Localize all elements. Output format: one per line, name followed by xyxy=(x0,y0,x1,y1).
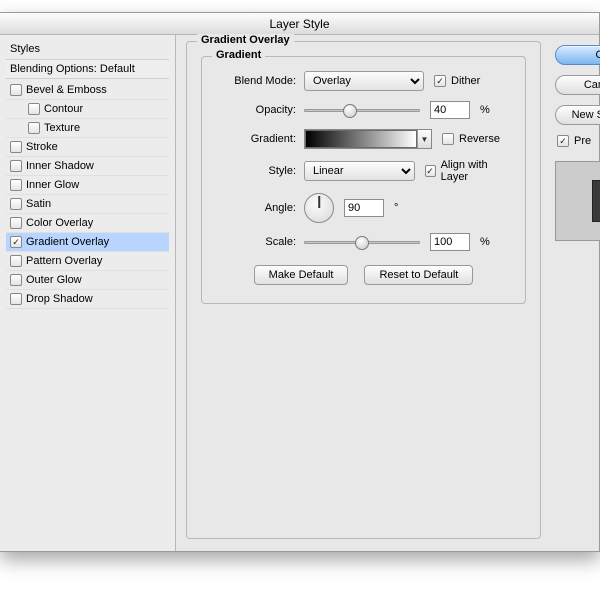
angle-label: Angle: xyxy=(216,202,296,214)
group-title: Gradient Overlay xyxy=(197,34,294,46)
checkbox-icon xyxy=(442,133,454,145)
sidebar-item-satin[interactable]: Satin xyxy=(6,195,169,214)
style-select[interactable]: Linear xyxy=(304,161,415,181)
checkbox-icon[interactable] xyxy=(28,103,40,115)
styles-heading[interactable]: Styles xyxy=(6,41,169,59)
sidebar-item-label: Pattern Overlay xyxy=(26,255,102,267)
scale-label: Scale: xyxy=(216,236,296,248)
gradient-subgroup: Gradient Blend Mode: Overlay Dither xyxy=(201,56,526,304)
sidebar-item-label: Color Overlay xyxy=(26,217,93,229)
opacity-label: Opacity: xyxy=(216,104,296,116)
sidebar-item-label: Satin xyxy=(26,198,51,210)
reverse-label: Reverse xyxy=(459,133,500,145)
sidebar-item-gradient-overlay[interactable]: Gradient Overlay xyxy=(6,233,169,252)
checkbox-icon[interactable] xyxy=(10,274,22,286)
sidebar-item-label: Stroke xyxy=(26,141,58,153)
style-label: Style: xyxy=(216,165,296,177)
checkbox-icon xyxy=(557,135,569,147)
sidebar-item-label: Inner Glow xyxy=(26,179,79,191)
gradient-swatch xyxy=(305,130,417,148)
checkbox-icon[interactable] xyxy=(10,141,22,153)
sidebar-item-inner-glow[interactable]: Inner Glow xyxy=(6,176,169,195)
blend-mode-label: Blend Mode: xyxy=(216,75,296,87)
sidebar-item-label: Outer Glow xyxy=(26,274,82,286)
effect-settings-panel: Gradient Overlay Gradient Blend Mode: Ov… xyxy=(176,35,551,551)
dither-label: Dither xyxy=(451,75,480,87)
angle-dial[interactable] xyxy=(304,193,334,223)
dither-checkbox[interactable]: Dither xyxy=(434,75,480,87)
blending-options-row[interactable]: Blending Options: Default xyxy=(6,59,169,79)
reverse-checkbox[interactable]: Reverse xyxy=(442,133,500,145)
checkbox-icon xyxy=(434,75,446,87)
reset-to-default-button[interactable]: Reset to Default xyxy=(364,265,473,285)
checkbox-icon[interactable] xyxy=(10,179,22,191)
checkbox-icon[interactable] xyxy=(10,217,22,229)
preview-swatch xyxy=(555,161,600,241)
checkbox-icon[interactable] xyxy=(10,293,22,305)
sidebar-item-contour[interactable]: Contour xyxy=(6,100,169,119)
checkbox-icon[interactable] xyxy=(10,84,22,96)
opacity-slider[interactable] xyxy=(304,102,420,118)
dialog-right-rail: O Can New S Pre xyxy=(551,35,599,551)
checkbox-icon[interactable] xyxy=(10,160,22,172)
sidebar-item-label: Drop Shadow xyxy=(26,293,93,305)
opacity-unit: % xyxy=(480,104,490,116)
chevron-down-icon[interactable]: ▼ xyxy=(417,130,431,148)
sidebar-item-label: Inner Shadow xyxy=(26,160,94,172)
angle-unit: ° xyxy=(394,202,398,214)
sidebar-item-drop-shadow[interactable]: Drop Shadow xyxy=(6,290,169,309)
sidebar-item-texture[interactable]: Texture xyxy=(6,119,169,138)
scale-slider[interactable] xyxy=(304,234,420,250)
checkbox-icon[interactable] xyxy=(10,255,22,267)
subgroup-title: Gradient xyxy=(212,49,265,61)
new-style-button[interactable]: New S xyxy=(555,105,600,125)
gradient-picker[interactable]: ▼ xyxy=(304,129,432,149)
angle-input[interactable] xyxy=(344,199,384,217)
gradient-label: Gradient: xyxy=(216,133,296,145)
sidebar-item-pattern-overlay[interactable]: Pattern Overlay xyxy=(6,252,169,271)
sidebar-item-label: Gradient Overlay xyxy=(26,236,109,248)
sidebar-item-color-overlay[interactable]: Color Overlay xyxy=(6,214,169,233)
make-default-button[interactable]: Make Default xyxy=(254,265,349,285)
align-label: Align with Layer xyxy=(441,159,511,183)
preview-inner xyxy=(592,180,600,222)
sidebar-item-outer-glow[interactable]: Outer Glow xyxy=(6,271,169,290)
scale-input[interactable] xyxy=(430,233,470,251)
preview-label: Pre xyxy=(574,135,591,147)
scale-unit: % xyxy=(480,236,490,248)
sidebar-item-stroke[interactable]: Stroke xyxy=(6,138,169,157)
sidebar-item-inner-shadow[interactable]: Inner Shadow xyxy=(6,157,169,176)
ok-button[interactable]: O xyxy=(555,45,600,65)
checkbox-icon[interactable] xyxy=(28,122,40,134)
layer-style-dialog: Layer Style Styles Blending Options: Def… xyxy=(0,12,600,552)
sidebar-item-label: Texture xyxy=(44,122,80,134)
checkbox-icon[interactable] xyxy=(10,198,22,210)
align-checkbox[interactable]: Align with Layer xyxy=(425,159,511,183)
styles-sidebar: Styles Blending Options: Default Bevel &… xyxy=(0,35,176,551)
sidebar-item-label: Bevel & Emboss xyxy=(26,84,107,96)
blend-mode-select[interactable]: Overlay xyxy=(304,71,424,91)
preview-checkbox[interactable]: Pre xyxy=(557,135,591,147)
dialog-title: Layer Style xyxy=(0,13,599,35)
cancel-button[interactable]: Can xyxy=(555,75,600,95)
opacity-input[interactable] xyxy=(430,101,470,119)
sidebar-item-label: Contour xyxy=(44,103,83,115)
gradient-overlay-group: Gradient Overlay Gradient Blend Mode: Ov… xyxy=(186,41,541,539)
checkbox-icon xyxy=(425,165,436,177)
sidebar-item-bevel-emboss[interactable]: Bevel & Emboss xyxy=(6,81,169,100)
checkbox-icon[interactable] xyxy=(10,236,22,248)
angle-needle-icon xyxy=(318,196,320,208)
